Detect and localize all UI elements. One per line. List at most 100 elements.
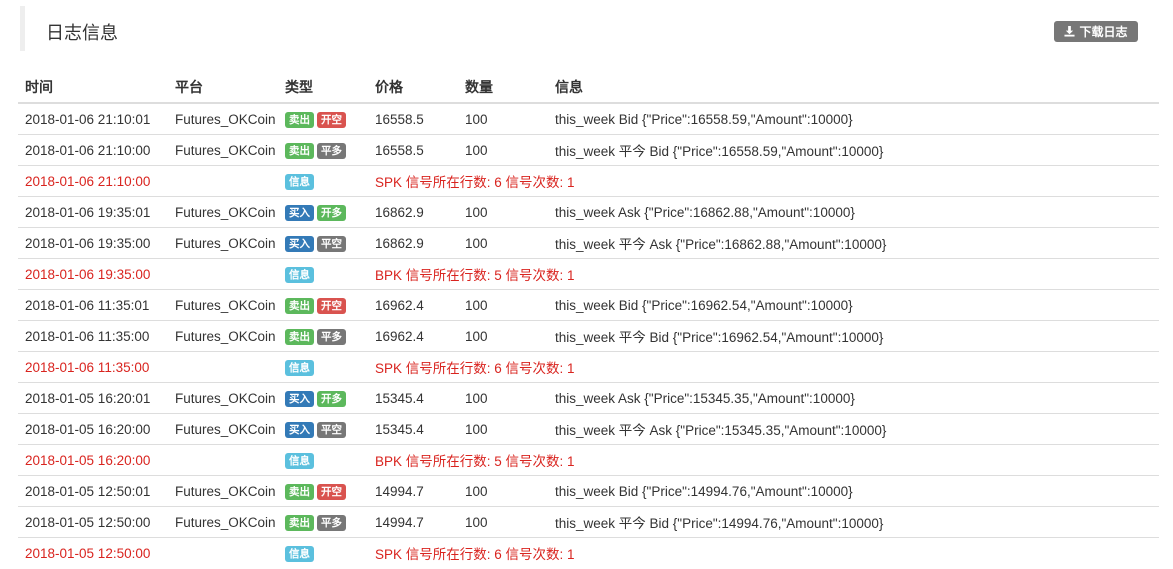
info-badge: 信息: [285, 452, 314, 469]
cell-time: 2018-01-06 11:35:00: [18, 320, 168, 352]
cell-quantity: 100: [458, 413, 548, 445]
action-badge: 平空: [317, 421, 346, 438]
cell-platform: [168, 351, 278, 383]
side-badge: 卖出: [285, 111, 314, 128]
cell-platform: Futures_OKCoin: [168, 413, 278, 445]
signal-row: 2018-01-06 11:35:00 信息 SPK 信号所在行数: 6 信号次数:…: [18, 351, 1159, 383]
cell-quantity: 100: [458, 134, 548, 166]
cell-price: 15345.4: [368, 382, 458, 414]
page-title: 日志信息: [46, 23, 118, 43]
cell-platform: [168, 537, 278, 568]
signal-row: 2018-01-05 16:20:00 信息 BPK 信号所在行数: 5 信号次数:…: [18, 444, 1159, 476]
col-header-info: 信息: [548, 72, 1159, 104]
cell-info: this_week 平今 Bid {"Price":14994.76,"Amou…: [548, 506, 1159, 538]
action-badge: 开多: [317, 204, 346, 221]
cell-quantity: 100: [458, 196, 548, 228]
cell-quantity: 100: [458, 382, 548, 414]
signal-row: 2018-01-05 12:50:00 信息 SPK 信号所在行数: 6 信号次数:…: [18, 537, 1159, 568]
cell-quantity: 100: [458, 475, 548, 507]
side-badge: 买入: [285, 235, 314, 252]
action-badge: 开空: [317, 111, 346, 128]
cell-type: 买入 开多: [278, 382, 368, 414]
cell-platform: [168, 444, 278, 476]
action-badge: 平空: [317, 235, 346, 252]
cell-time: 2018-01-06 19:35:00: [18, 227, 168, 259]
download-log-label: 下载日志: [1079, 25, 1128, 39]
cell-type: 卖出 平多: [278, 134, 368, 166]
download-icon: [1064, 26, 1076, 37]
cell-platform: Futures_OKCoin: [168, 475, 278, 507]
cell-price: 16558.5: [368, 134, 458, 166]
action-badge: 平多: [317, 328, 346, 345]
cell-platform: Futures_OKCoin: [168, 102, 278, 135]
cell-signal-info: BPK 信号所在行数: 5 信号次数: 1: [368, 444, 1159, 476]
table-row: 2018-01-06 11:35:00 Futures_OKCoin 卖出 平多 169…: [18, 320, 1159, 352]
cell-time: 2018-01-05 12:50:00: [18, 506, 168, 538]
cell-quantity: 100: [458, 320, 548, 352]
cell-platform: Futures_OKCoin: [168, 134, 278, 166]
cell-time: 2018-01-06 19:35:01: [18, 196, 168, 228]
log-table: 时间 平台 类型 价格 数量 信息 2018-01-06 21:10:01 Fut…: [18, 72, 1159, 568]
cell-info: this_week 平今 Ask {"Price":16862.88,"Amou…: [548, 227, 1159, 259]
signal-row: 2018-01-06 19:35:00 信息 BPK 信号所在行数: 5 信号次数:…: [18, 258, 1159, 290]
cell-type: 信息: [278, 258, 368, 290]
cell-quantity: 100: [458, 289, 548, 321]
cell-time: 2018-01-06 11:35:00: [18, 351, 168, 383]
table-row: 2018-01-06 19:35:01 Futures_OKCoin 买入 开多 168…: [18, 196, 1159, 228]
cell-type: 卖出 开空: [278, 475, 368, 507]
info-badge: 信息: [285, 266, 314, 283]
table-row: 2018-01-05 16:20:01 Futures_OKCoin 买入 开多 153…: [18, 382, 1159, 414]
cell-platform: [168, 165, 278, 197]
cell-info: this_week 平今 Bid {"Price":16558.59,"Amou…: [548, 134, 1159, 166]
log-table-body: 2018-01-06 21:10:01 Futures_OKCoin 卖出 开空 165…: [18, 102, 1159, 568]
action-badge: 平多: [317, 142, 346, 159]
cell-type: 信息: [278, 537, 368, 568]
table-row: 2018-01-05 12:50:01 Futures_OKCoin 卖出 开空 149…: [18, 475, 1159, 507]
cell-price: 14994.7: [368, 475, 458, 507]
cell-time: 2018-01-05 12:50:00: [18, 537, 168, 568]
table-row: 2018-01-06 21:10:01 Futures_OKCoin 卖出 开空 165…: [18, 102, 1159, 135]
cell-time: 2018-01-06 21:10:00: [18, 134, 168, 166]
signal-row: 2018-01-06 21:10:00 信息 SPK 信号所在行数: 6 信号次数:…: [18, 165, 1159, 197]
action-badge: 开空: [317, 483, 346, 500]
cell-quantity: 100: [458, 102, 548, 135]
download-log-button[interactable]: 下载日志: [1054, 21, 1138, 42]
col-header-platform: 平台: [168, 72, 278, 104]
info-badge: 信息: [285, 173, 314, 190]
cell-time: 2018-01-06 21:10:01: [18, 102, 168, 135]
col-header-time: 时间: [18, 72, 168, 104]
side-badge: 卖出: [285, 483, 314, 500]
cell-type: 卖出 开空: [278, 102, 368, 135]
cell-time: 2018-01-06 19:35:00: [18, 258, 168, 290]
cell-type: 信息: [278, 351, 368, 383]
col-header-quantity: 数量: [458, 72, 548, 104]
col-header-type: 类型: [278, 72, 368, 104]
cell-price: 14994.7: [368, 506, 458, 538]
cell-platform: Futures_OKCoin: [168, 227, 278, 259]
table-row: 2018-01-06 21:10:00 Futures_OKCoin 卖出 平多 165…: [18, 134, 1159, 166]
cell-quantity: 100: [458, 227, 548, 259]
cell-type: 信息: [278, 444, 368, 476]
table-row: 2018-01-06 11:35:01 Futures_OKCoin 卖出 开空 169…: [18, 289, 1159, 321]
cell-signal-info: SPK 信号所在行数: 6 信号次数: 1: [368, 537, 1159, 568]
cell-info: this_week Bid {"Price":16962.54,"Amount"…: [548, 289, 1159, 321]
cell-type: 信息: [278, 165, 368, 197]
side-badge: 买入: [285, 390, 314, 407]
cell-type: 卖出 平多: [278, 320, 368, 352]
side-badge: 卖出: [285, 328, 314, 345]
cell-price: 16862.9: [368, 196, 458, 228]
cell-time: 2018-01-05 16:20:00: [18, 413, 168, 445]
action-badge: 平多: [317, 514, 346, 531]
side-badge: 卖出: [285, 142, 314, 159]
cell-signal-info: SPK 信号所在行数: 6 信号次数: 1: [368, 165, 1159, 197]
cell-time: 2018-01-06 21:10:00: [18, 165, 168, 197]
cell-info: this_week Ask {"Price":16862.88,"Amount"…: [548, 196, 1159, 228]
cell-time: 2018-01-05 16:20:01: [18, 382, 168, 414]
table-header-row: 时间 平台 类型 价格 数量 信息: [18, 72, 1159, 104]
action-badge: 开多: [317, 390, 346, 407]
cell-type: 买入 平空: [278, 227, 368, 259]
cell-signal-info: SPK 信号所在行数: 6 信号次数: 1: [368, 351, 1159, 383]
table-row: 2018-01-05 12:50:00 Futures_OKCoin 卖出 平多 149…: [18, 506, 1159, 538]
col-header-price: 价格: [368, 72, 458, 104]
cell-info: this_week Bid {"Price":16558.59,"Amount"…: [548, 102, 1159, 135]
